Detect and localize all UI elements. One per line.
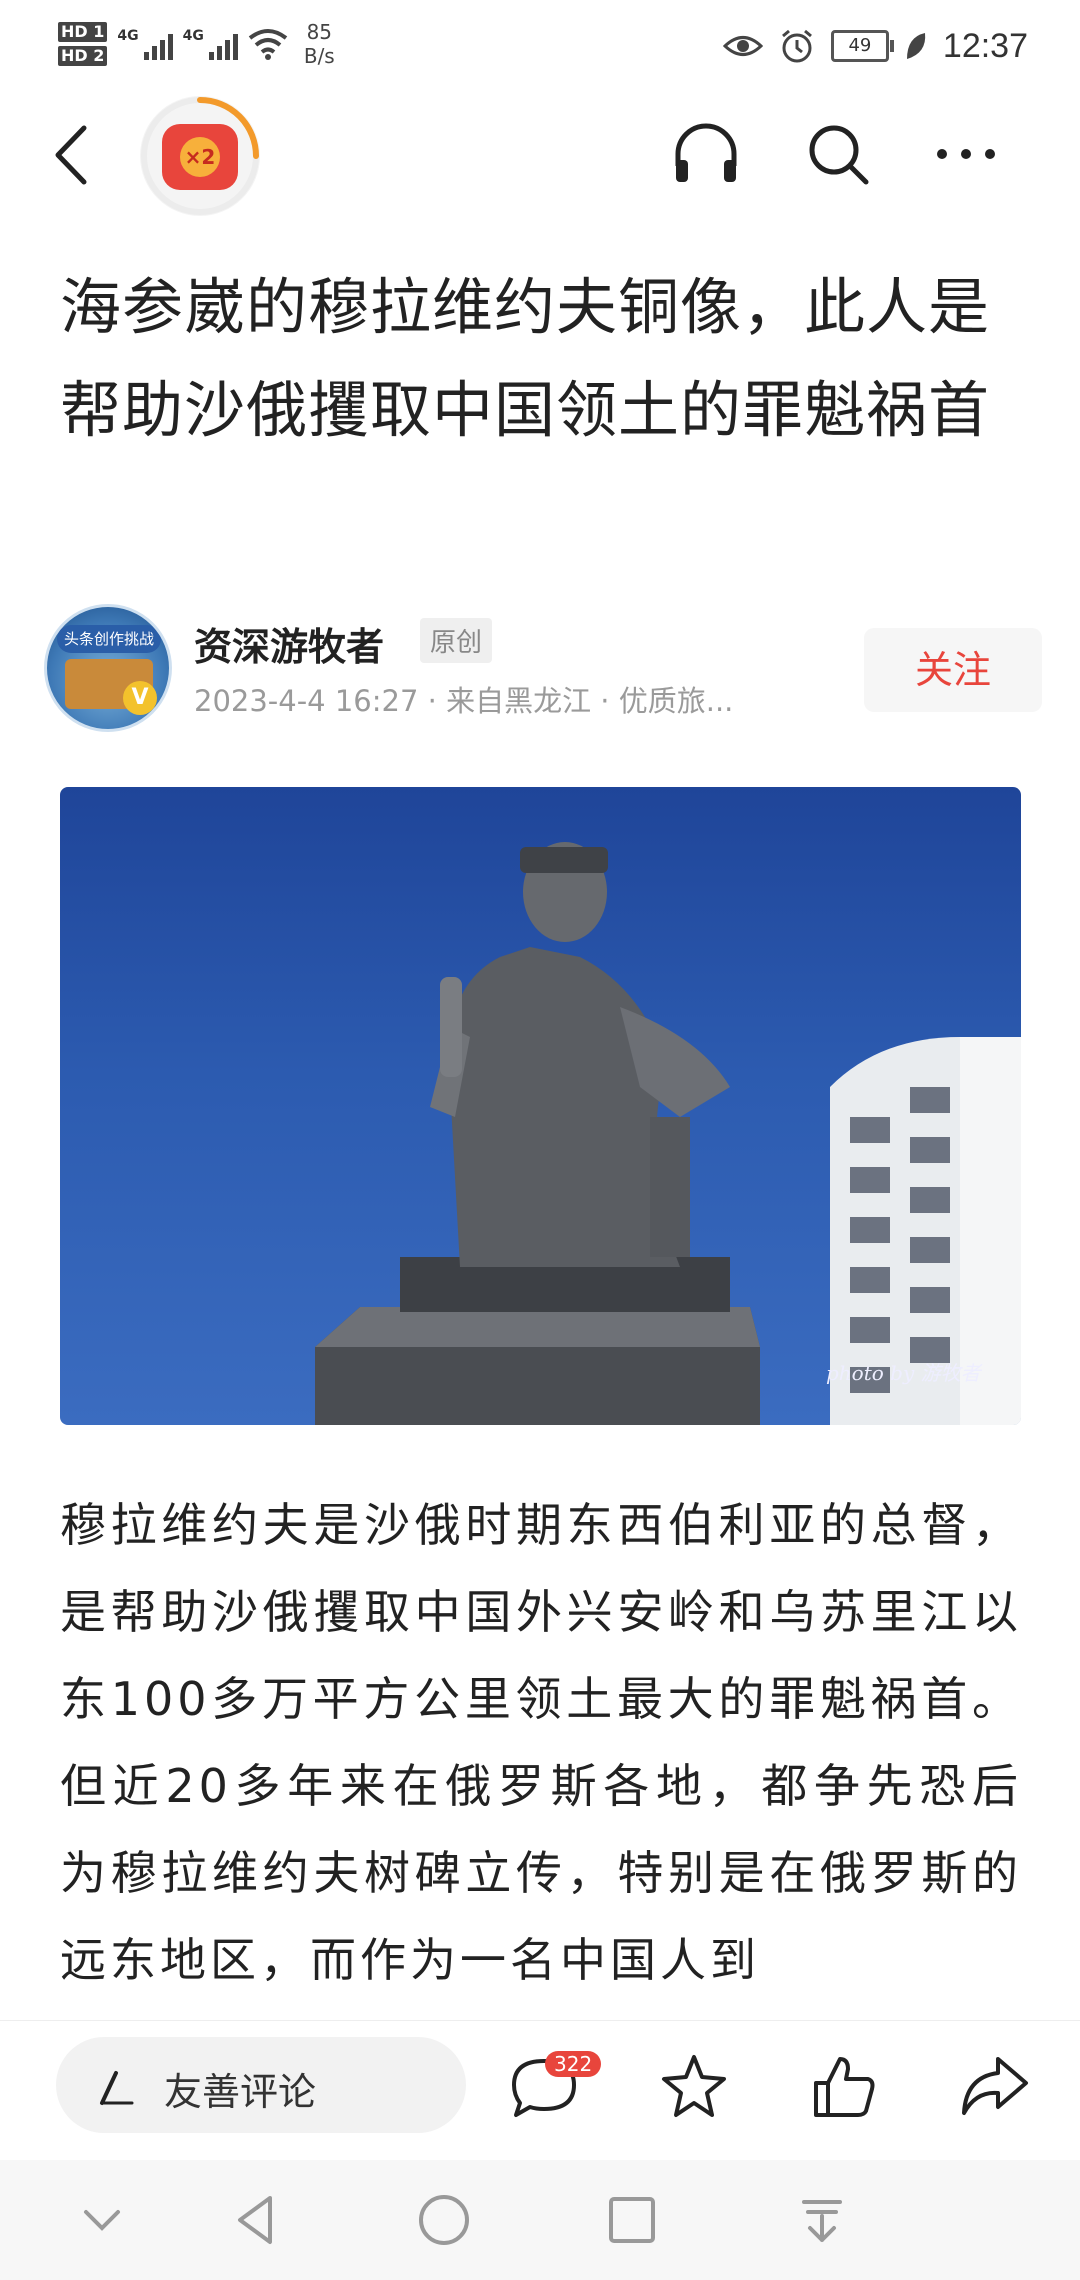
star-icon[interactable] (656, 2049, 732, 2125)
chevron-down-icon[interactable] (72, 2190, 132, 2250)
comment-input[interactable]: 友善评论 (56, 2037, 466, 2133)
comment-placeholder: 友善评论 (164, 2070, 317, 2114)
verified-icon: V (123, 681, 157, 715)
recents-square-icon[interactable] (602, 2190, 662, 2250)
article-body: 穆拉维约夫是沙俄时期东西伯利亚的总督，是帮助沙俄攫取中国外兴安岭和乌苏里江以东1… (60, 1498, 1022, 1987)
search-icon[interactable] (800, 116, 876, 192)
download-icon[interactable] (792, 2190, 852, 2250)
pen-icon (100, 2071, 134, 2105)
eye-icon (722, 36, 763, 56)
status-left: HD 1 HD 2 4G 4G 85 B/s (58, 14, 335, 74)
article-photo[interactable]: photo by 游牧者 (60, 787, 1021, 1425)
author-meta: 2023-4-4 16:27 · 来自黑龙江 · 优质旅... (194, 684, 734, 718)
reward-coin-button[interactable]: ×2 (140, 96, 260, 216)
red-packet-icon: ×2 (162, 124, 238, 190)
comment-count-badge: 322 (545, 2051, 602, 2077)
photo-watermark: photo by 游牧者 (826, 1361, 981, 1385)
status-right: 49 12:37 (722, 18, 1028, 74)
back-triangle-icon[interactable] (226, 2190, 286, 2250)
signal-2-icon: 4G (183, 28, 238, 60)
avatar-ribbon: 头条创作挑战赛 (57, 625, 161, 676)
hd-indicators: HD 1 HD 2 (58, 22, 108, 66)
alarm-icon (781, 29, 812, 63)
system-nav-bar (0, 2160, 1080, 2280)
follow-button[interactable]: 关注 (864, 628, 1042, 712)
leaf-icon (906, 33, 926, 59)
author-name[interactable]: 资深游牧者 (194, 616, 384, 671)
wifi-icon (248, 29, 288, 60)
thumbs-up-icon[interactable] (806, 2049, 882, 2125)
hd1-label: HD 1 (58, 22, 108, 42)
top-nav: ×2 (0, 90, 1080, 220)
author-row: 头条创作挑战赛 V 资深游牧者 原创 2023-4-4 16:27 · 来自黑龙… (44, 598, 1044, 738)
back-icon[interactable] (44, 120, 104, 190)
signal-1-icon: 4G (117, 28, 173, 60)
clock: 12:37 (942, 26, 1028, 65)
status-bar: HD 1 HD 2 4G 4G 85 B/s 49 12:37 (0, 0, 1080, 90)
network-speed: 85 B/s (303, 20, 335, 68)
original-tag: 原创 (420, 618, 493, 663)
battery-indicator: 49 (830, 30, 894, 62)
action-bar: 友善评论 322 (0, 2020, 1080, 2161)
home-circle-icon[interactable] (414, 2190, 474, 2250)
share-icon[interactable] (956, 2049, 1032, 2125)
avatar[interactable]: 头条创作挑战赛 V (44, 604, 172, 732)
coin-multiplier: ×2 (180, 137, 220, 177)
statue-illustration (315, 842, 1021, 1425)
headphones-icon[interactable] (668, 116, 744, 192)
more-icon[interactable] (928, 116, 1004, 192)
hd2-label: HD 2 (58, 46, 108, 66)
article-title: 海参崴的穆拉维约夫铜像，此人是帮助沙俄攫取中国领土的罪魁祸首 (60, 272, 991, 446)
